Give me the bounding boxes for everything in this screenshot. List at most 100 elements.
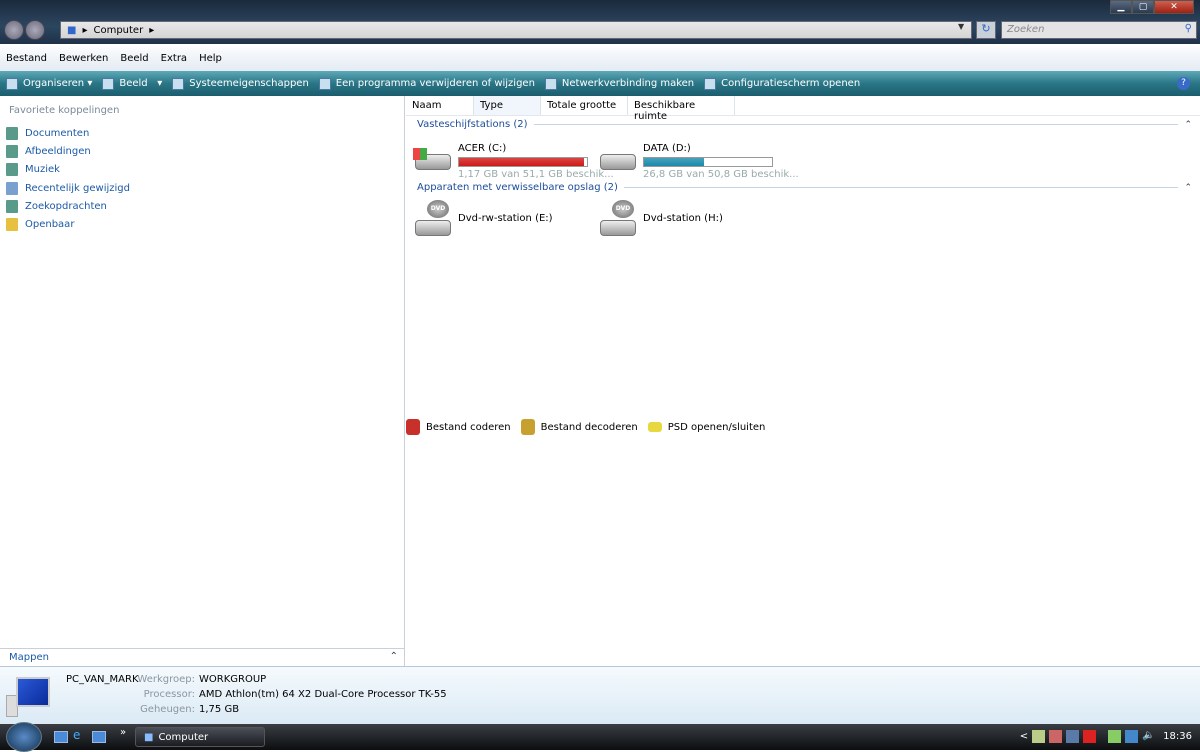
programs-icon — [318, 77, 331, 90]
computer-icon: ■ — [67, 24, 77, 36]
menu-beeld[interactable]: Beeld — [114, 53, 154, 64]
back-button[interactable] — [4, 20, 24, 40]
system-properties-button[interactable]: Systeemeigenschappen — [172, 77, 309, 90]
memory-value: 1,75 GB — [199, 704, 240, 715]
drive-name: ACER (C:) — [458, 143, 507, 154]
drive-name: Dvd-station (H:) — [643, 213, 723, 224]
sidebar-item-muziek[interactable]: Muziek — [6, 161, 130, 179]
drive-free-space: 1,17 GB van 51,1 GB beschik... — [458, 169, 614, 180]
start-button[interactable] — [6, 722, 42, 752]
content-pane: Naam Type Totale grootte Beschikbare rui… — [406, 96, 1200, 666]
column-naam[interactable]: Naam — [406, 96, 474, 115]
drive-c[interactable]: ACER (C:) 1,17 GB van 51,1 GB beschik... — [413, 140, 614, 180]
internet-explorer-icon[interactable]: e — [73, 728, 87, 742]
chevron-up-icon: ⌃ — [389, 651, 398, 662]
hard-drive-icon — [598, 140, 638, 174]
menu-bestand[interactable]: Bestand — [0, 53, 53, 64]
system-tray: < 🔈 18:36 — [1020, 730, 1192, 743]
navigation-pane: Favoriete koppelingen Documenten Afbeeld… — [0, 96, 405, 666]
menu-bar: Bestand Bewerken Beeld Extra Help Bestan… — [0, 46, 1200, 435]
breadcrumb-computer[interactable]: Computer — [93, 25, 143, 36]
uninstall-program-button[interactable]: Een programma verwijderen of wijzigen — [318, 77, 535, 90]
switch-windows-icon[interactable] — [92, 731, 106, 743]
pictures-icon — [6, 144, 18, 158]
display-tray-icon[interactable] — [1066, 730, 1080, 743]
processor-label: Processor: — [143, 689, 195, 700]
music-icon — [6, 163, 18, 177]
view-icon — [102, 77, 115, 90]
sidebar-item-openbaar[interactable]: Openbaar — [6, 215, 130, 233]
app-tray-icon[interactable] — [1049, 730, 1063, 743]
dvd-drive-icon: DVD — [413, 200, 453, 236]
system-icon — [172, 77, 185, 90]
sidebar-item-documenten[interactable]: Documenten — [6, 124, 130, 142]
drive-h[interactable]: DVD Dvd-station (H:) — [598, 200, 723, 236]
battery-icon[interactable] — [1108, 730, 1122, 743]
network-icon — [544, 77, 557, 90]
search-placeholder: Zoeken — [1007, 24, 1045, 35]
menu-extra[interactable]: Extra — [155, 53, 193, 64]
organize-icon — [6, 77, 18, 90]
dvd-drive-icon: DVD — [598, 200, 638, 236]
forward-button[interactable] — [25, 20, 45, 40]
computer-icon — [6, 677, 52, 717]
workgroup-value: WORKGROUP — [199, 674, 267, 685]
sidebar-item-zoekopdrachten[interactable]: Zoekopdrachten — [6, 197, 130, 215]
group-header[interactable]: Vasteschijfstations (2) ⌃ — [417, 119, 1192, 130]
control-panel-icon — [704, 77, 717, 90]
memory-label: Geheugen: — [140, 704, 195, 715]
network-icon[interactable] — [1125, 730, 1139, 743]
network-error-icon[interactable] — [1083, 730, 1097, 743]
taskbar: e » ■ Computer < 🔈 18:36 — [0, 722, 1200, 752]
taskbar-window-computer[interactable]: ■ Computer — [135, 727, 265, 747]
menu-bewerken[interactable]: Bewerken — [53, 53, 114, 64]
sidebar-item-afbeeldingen[interactable]: Afbeeldingen — [6, 142, 130, 160]
address-dropdown-icon[interactable]: ▼ — [958, 22, 964, 31]
drive-free-space: 26,8 GB van 50,8 GB beschik... — [643, 169, 799, 180]
column-type[interactable]: Type — [474, 96, 541, 115]
quicklaunch-overflow[interactable]: » — [120, 727, 126, 738]
drive-name: DATA (D:) — [643, 143, 691, 154]
chevron-right-icon: ▸ — [82, 24, 88, 36]
drive-name: Dvd-rw-station (E:) — [458, 213, 553, 224]
close-button[interactable]: ✕ — [1154, 0, 1194, 14]
recent-icon — [6, 181, 18, 195]
workgroup-label: Werkgroep: — [137, 674, 195, 685]
wifi-icon[interactable] — [1032, 730, 1046, 743]
minimize-button[interactable]: ▁ — [1110, 0, 1132, 14]
documents-icon — [6, 126, 18, 140]
open-control-panel-button[interactable]: Configuratiescherm openen — [704, 77, 860, 90]
details-pane: PC_VAN_MARK Werkgroep: WORKGROUP Process… — [0, 666, 1200, 724]
drive-d[interactable]: DATA (D:) 26,8 GB van 50,8 GB beschik... — [598, 140, 799, 180]
show-desktop-icon[interactable] — [54, 731, 68, 743]
menu-help[interactable]: Help — [193, 53, 228, 64]
drive-e[interactable]: DVD Dvd-rw-station (E:) — [413, 200, 553, 236]
maximize-button[interactable]: ▢ — [1132, 0, 1154, 14]
column-beschikbare-ruimte[interactable]: Beschikbare ruimte — [628, 96, 735, 122]
favorites-title: Favoriete koppelingen — [9, 105, 120, 116]
searches-icon — [6, 199, 18, 213]
volume-icon[interactable]: 🔈 — [1142, 730, 1155, 743]
group-header[interactable]: Apparaten met verwisselbare opslag (2) ⌃ — [417, 182, 1192, 193]
chevron-right-icon: ▸ — [149, 24, 155, 36]
sidebar-item-recent[interactable]: Recentelijk gewijzigd — [6, 179, 130, 197]
address-bar[interactable]: ■ ▸ Computer ▸ — [60, 21, 972, 39]
chevron-up-icon[interactable]: ⌃ — [1184, 183, 1192, 193]
column-totale-grootte[interactable]: Totale grootte — [541, 96, 628, 115]
chevron-up-icon[interactable]: ⌃ — [1184, 120, 1192, 130]
map-network-drive-button[interactable]: Netwerkverbinding maken — [544, 77, 694, 90]
search-input[interactable]: Zoeken ⚲ — [1001, 21, 1197, 39]
folders-toggle[interactable]: Mappen ⌃ — [0, 648, 404, 666]
refresh-button[interactable]: ↻ — [976, 21, 996, 39]
search-icon[interactable]: ⚲ — [1185, 23, 1192, 34]
hard-drive-icon — [413, 140, 453, 174]
tray-expand-icon[interactable]: < — [1020, 731, 1028, 742]
view-button[interactable]: Beeld ▾ — [102, 77, 162, 90]
help-icon[interactable]: ? — [1177, 77, 1190, 90]
command-bar: Organiseren ▾ Beeld ▾ Systeemeigenschapp… — [0, 71, 1200, 96]
processor-value: AMD Athlon(tm) 64 X2 Dual-Core Processor… — [199, 689, 447, 700]
organize-button[interactable]: Organiseren ▾ — [6, 77, 92, 90]
title-bar: ▁ ▢ ✕ ■ ▸ Computer ▸ ▼ ↻ Zoeken ⚲ — [0, 0, 1200, 44]
clock[interactable]: 18:36 — [1163, 731, 1192, 742]
folder-icon — [6, 218, 18, 232]
